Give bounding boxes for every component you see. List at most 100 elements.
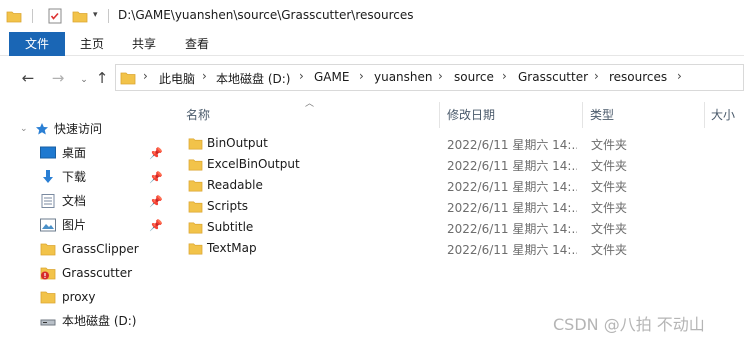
watermark-text: CSDN @八拍 不动山 (553, 315, 705, 334)
sort-ascending-icon: ︿ (305, 99, 315, 109)
nav-item-grassclipper[interactable]: GrassClipper (40, 238, 165, 260)
file-name: Subtitle (207, 220, 254, 234)
chevron-right-icon[interactable]: › (143, 69, 148, 83)
folder-icon (188, 243, 203, 255)
toolbar-separator (32, 9, 33, 23)
chevron-right-icon[interactable]: › (677, 69, 682, 83)
address-bar[interactable]: › 此电脑 › 本地磁盘 (D:) › GAME › yuanshen › so… (115, 64, 744, 91)
pin-icon[interactable]: 📌 (149, 195, 163, 209)
chevron-right-icon[interactable]: › (299, 69, 304, 83)
drive-icon (40, 319, 56, 326)
folder-icon (120, 72, 136, 85)
nav-item-proxy[interactable]: proxy (40, 286, 165, 308)
toolbar-separator (108, 9, 109, 23)
folder-icon (188, 180, 203, 192)
chevron-right-icon[interactable]: › (202, 69, 207, 83)
folder-icon (40, 291, 56, 304)
download-icon (43, 170, 53, 183)
chevron-down-icon[interactable]: ⌄ (20, 118, 28, 140)
tab-file[interactable]: 文件 (9, 32, 65, 56)
breadcrumb-source[interactable]: source (454, 70, 494, 84)
chevron-right-icon[interactable]: › (359, 69, 364, 83)
list-item[interactable]: BinOutput 2022/6/11 星期六 14:... 文件夹 (186, 134, 706, 155)
ribbon: 文件 主页 共享 查看 (0, 32, 744, 56)
pin-icon[interactable]: 📌 (149, 171, 163, 185)
pin-icon[interactable]: 📌 (149, 219, 163, 233)
file-name: TextMap (207, 241, 257, 255)
nav-quick-access-label: 快速访问 (54, 122, 103, 136)
column-header-size[interactable]: 大小 (711, 102, 735, 128)
file-date: 2022/6/11 星期六 14:... (447, 138, 577, 152)
customize-toolbar-icon[interactable]: ▾ (93, 10, 98, 26)
list-item[interactable]: ExcelBinOutput 2022/6/11 星期六 14:... 文件夹 (186, 155, 706, 176)
properties-icon[interactable] (47, 8, 63, 24)
back-arrow-icon[interactable]: ← (18, 68, 38, 88)
file-type: 文件夹 (591, 180, 628, 194)
document-icon (41, 194, 55, 208)
breadcrumb-game[interactable]: GAME (314, 70, 349, 84)
file-type: 文件夹 (591, 243, 628, 257)
list-item[interactable]: Subtitle 2022/6/11 星期六 14:... 文件夹 (186, 218, 706, 239)
folder-icon (6, 11, 22, 23)
pin-icon[interactable]: 📌 (149, 147, 163, 161)
nav-item-label: 图片 (62, 218, 87, 232)
chevron-right-icon[interactable]: › (438, 69, 443, 83)
tab-home[interactable]: 主页 (78, 32, 106, 56)
breadcrumb-drive-d[interactable]: 本地磁盘 (D:) (216, 70, 290, 87)
file-date: 2022/6/11 星期六 14:... (447, 243, 577, 257)
column-divider[interactable] (439, 102, 440, 128)
breadcrumb-resources[interactable]: resources (609, 70, 667, 84)
file-date: 2022/6/11 星期六 14:... (447, 180, 577, 194)
nav-item-desktop[interactable]: 桌面 (40, 142, 165, 164)
list-item[interactable]: TextMap 2022/6/11 星期六 14:... 文件夹 (186, 239, 706, 260)
nav-quick-access[interactable]: ⌄ 快速访问 (20, 118, 170, 140)
nav-item-documents[interactable]: 文档 (40, 190, 165, 212)
nav-item-label: 文档 (62, 194, 87, 208)
folder-error-icon (40, 267, 56, 280)
forward-arrow-icon[interactable]: → (48, 68, 68, 88)
folder-icon (40, 243, 56, 256)
title-bar: ▾ D:\GAME\yuanshen\source\Grasscutter\re… (0, 0, 744, 32)
folder-icon (188, 138, 203, 150)
recent-locations-icon[interactable]: ⌄ (74, 70, 94, 90)
breadcrumb-grasscutter[interactable]: Grasscutter (518, 70, 588, 84)
nav-item-grasscutter[interactable]: Grasscutter (40, 262, 165, 284)
nav-item-label: proxy (62, 290, 96, 304)
folder-icon (188, 222, 203, 234)
file-name: BinOutput (207, 136, 268, 150)
nav-item-label: GrassClipper (62, 242, 139, 256)
column-header-date[interactable]: 修改日期 (447, 102, 495, 128)
file-type: 文件夹 (591, 201, 628, 215)
column-divider[interactable] (704, 102, 705, 128)
file-name: Readable (207, 178, 263, 192)
nav-item-drive-d[interactable]: 本地磁盘 (D:) (40, 310, 165, 332)
column-header-type[interactable]: 类型 (590, 102, 614, 128)
new-folder-icon[interactable] (72, 8, 88, 24)
column-header-name[interactable]: 名称 (186, 102, 210, 128)
file-type: 文件夹 (591, 222, 628, 236)
list-item[interactable]: Readable 2022/6/11 星期六 14:... 文件夹 (186, 176, 706, 197)
list-item[interactable]: Scripts 2022/6/11 星期六 14:... 文件夹 (186, 197, 706, 218)
column-divider[interactable] (582, 102, 583, 128)
file-name: ExcelBinOutput (207, 157, 300, 171)
picture-icon (40, 218, 56, 232)
desktop-icon (40, 146, 56, 159)
chevron-right-icon[interactable]: › (502, 69, 507, 83)
up-arrow-icon[interactable]: ↑ (92, 68, 112, 88)
folder-icon (188, 201, 203, 213)
file-type: 文件夹 (591, 159, 628, 173)
breadcrumb-yuanshen[interactable]: yuanshen (374, 70, 433, 84)
nav-item-pictures[interactable]: 图片 (40, 214, 165, 236)
folder-icon (188, 159, 203, 171)
file-type: 文件夹 (591, 138, 628, 152)
tab-share[interactable]: 共享 (130, 32, 158, 56)
window-title: D:\GAME\yuanshen\source\Grasscutter\reso… (118, 8, 414, 22)
tab-view[interactable]: 查看 (183, 32, 211, 56)
nav-item-label: 桌面 (62, 146, 87, 160)
nav-item-downloads[interactable]: 下载 (40, 166, 165, 188)
star-icon (36, 123, 48, 135)
file-name: Scripts (207, 199, 249, 213)
breadcrumb-this-pc[interactable]: 此电脑 (159, 70, 195, 87)
chevron-right-icon[interactable]: › (594, 69, 599, 83)
navigation-bar: ← → ⌄ ↑ › 此电脑 › 本地磁盘 (D:) › GAME › yuans… (0, 56, 744, 100)
